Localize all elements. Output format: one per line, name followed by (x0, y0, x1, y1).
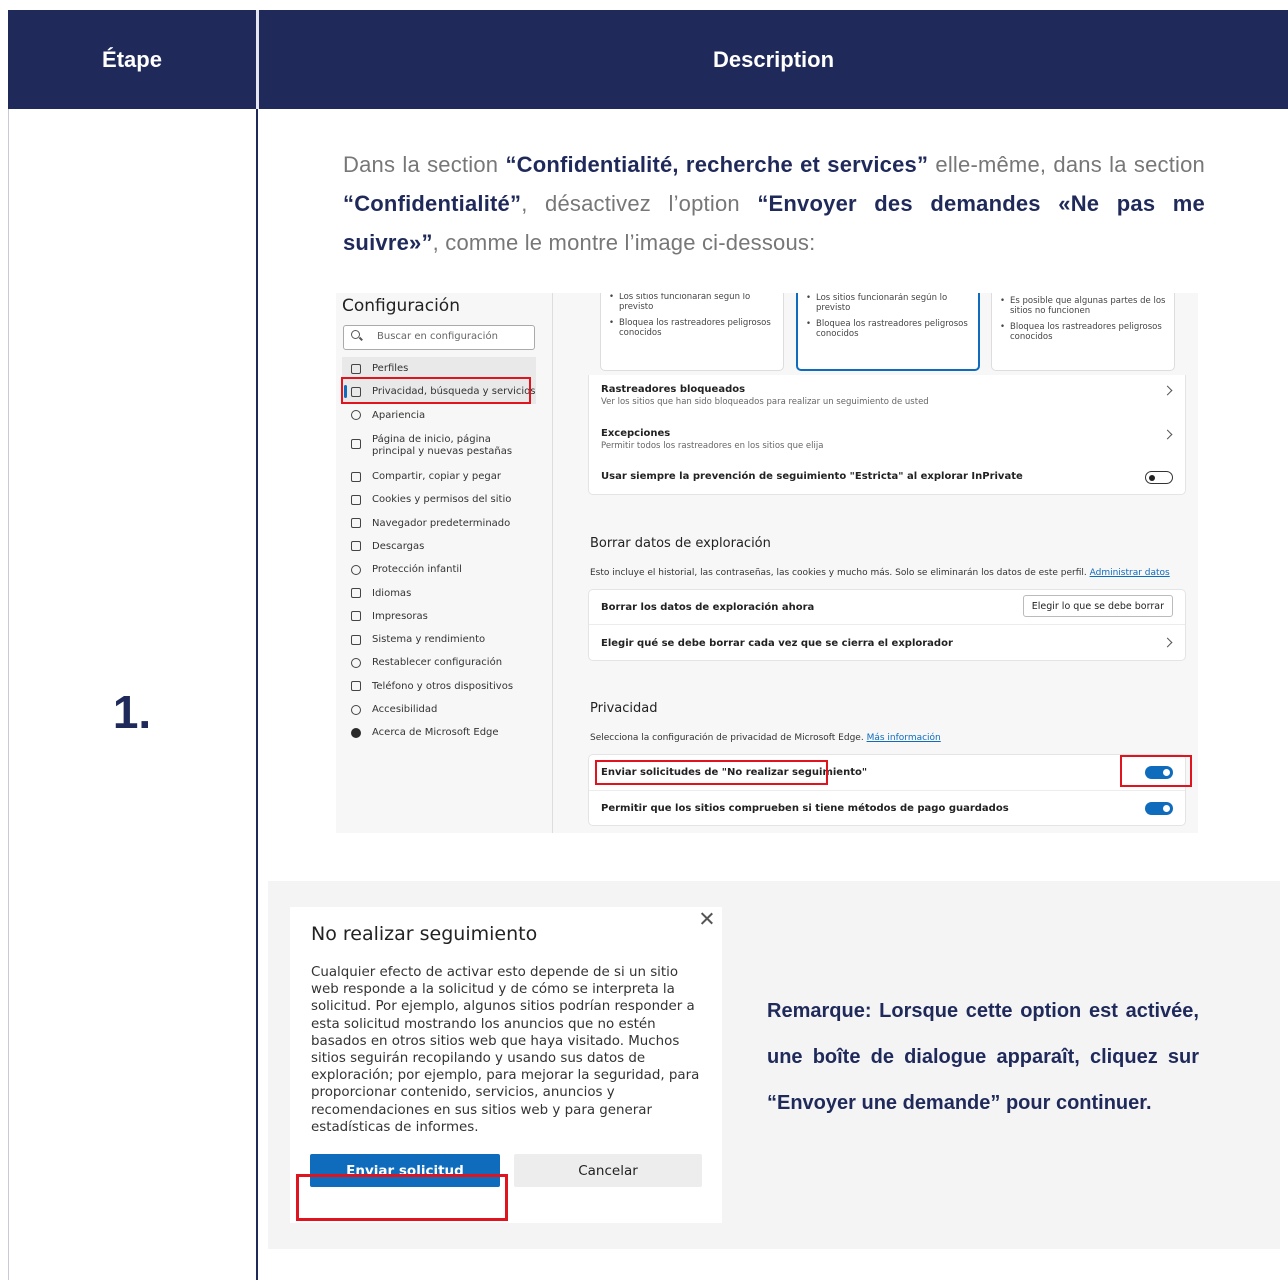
search-icon (351, 330, 360, 339)
settings-search-input[interactable]: Buscar en configuración (343, 325, 535, 350)
table-header: Étape Description (8, 10, 1288, 109)
nav-item-impresoras[interactable]: Impresoras (342, 605, 536, 628)
header-description: Description (712, 46, 835, 72)
nav-item-telefono[interactable]: Teléfono y otros dispositivos (342, 675, 536, 698)
blocked-trackers-row[interactable]: Rastreadores bloqueados Ver los sitios q… (601, 384, 1173, 407)
more-info-link[interactable]: Más información (867, 733, 941, 743)
highlight-privacy-nav (341, 377, 531, 404)
nav-item-navegador[interactable]: Navegador predeterminado (342, 511, 536, 534)
payment-methods-toggle[interactable] (1145, 802, 1173, 815)
accessibility-icon (351, 704, 361, 715)
palette-icon (351, 410, 361, 421)
nav-item-restablecer[interactable]: Restablecer configuración (342, 651, 536, 674)
intro-bold-1: “Confidentialité, recherche et services” (505, 152, 929, 177)
settings-divider (552, 293, 553, 833)
highlight-send-request (296, 1174, 508, 1221)
tracking-card-basic[interactable]: Los sitios funcionarán según lo previsto… (600, 293, 784, 371)
manage-data-link[interactable]: Administrar datos (1090, 568, 1170, 578)
privacy-desc: Selecciona la configuración de privacida… (590, 733, 941, 743)
cancel-button[interactable]: Cancelar (514, 1154, 702, 1187)
home-page-icon (351, 438, 361, 449)
close-icon[interactable] (700, 911, 714, 925)
exceptions-row[interactable]: Excepciones Permitir todos los rastreado… (601, 428, 1173, 451)
intro-paragraph: Dans la section “Confidentialité, recher… (343, 152, 1205, 255)
download-icon (351, 541, 361, 552)
reset-icon (351, 657, 361, 668)
laptop-icon (351, 634, 361, 645)
nav-item-acerca[interactable]: Acerca de Microsoft Edge (342, 721, 536, 744)
intro-bold-2: “Confidentialité” (343, 191, 522, 216)
nav-item-proteccion[interactable]: Protección infantil (342, 558, 536, 581)
remark-text: Remarque: Lorsque cette option est activ… (767, 1000, 1199, 1114)
clear-data-title: Borrar datos de exploración (590, 536, 771, 551)
strict-inprivate-toggle[interactable] (1145, 471, 1173, 484)
nav-item-accesibilidad[interactable]: Accesibilidad (342, 698, 536, 721)
tracking-card-balanced[interactable]: Los sitios funcionarán según lo previsto… (796, 293, 980, 371)
nav-item-compartir[interactable]: Compartir, copiar y pegar (342, 465, 536, 488)
strict-inprivate-row: Usar siempre la prevención de seguimient… (601, 471, 1023, 482)
nav-item-idiomas[interactable]: Idiomas (342, 581, 536, 604)
settings-nav: Perfiles Privacidad, búsqueda y servicio… (342, 357, 536, 744)
nav-item-sistema[interactable]: Sistema y rendimiento (342, 628, 536, 651)
header-step: Étape (102, 46, 162, 72)
tracking-card-strict[interactable]: Es posible que algunas partes de los sit… (991, 293, 1175, 371)
highlight-dnt-label (595, 760, 828, 785)
nav-item-apariencia[interactable]: Apariencia (342, 404, 536, 427)
cookie-icon (351, 494, 361, 505)
nav-item-cookies[interactable]: Cookies y permisos del sitio (342, 488, 536, 511)
choose-what-to-clear-button[interactable]: Elegir lo que se debe borrar (1022, 595, 1173, 617)
clear-data-desc: Esto incluye el historial, las contraseñ… (590, 568, 1170, 578)
column-divider (256, 109, 258, 1280)
privacy-title: Privacidad (590, 701, 658, 716)
phone-icon (351, 681, 361, 692)
edge-icon (351, 727, 361, 738)
payment-methods-row: Permitir que los sitios comprueben si ti… (601, 803, 1009, 814)
profile-icon (351, 363, 361, 374)
dialog-title: No realizar seguimiento (311, 923, 538, 945)
clear-on-close-row[interactable]: Elegir qué se debe borrar cada vez que s… (601, 638, 1173, 649)
nav-item-descargas[interactable]: Descargas (342, 535, 536, 558)
step-number: 1. (112, 686, 152, 738)
settings-screenshot: Configuración Buscar en configuración Pe… (336, 293, 1198, 833)
clear-data-panel: Borrar los datos de exploración ahora El… (588, 589, 1186, 661)
dialog-body: Cualquier efecto de activar esto depende… (311, 965, 700, 1135)
printer-icon (351, 611, 361, 622)
highlight-dnt-toggle (1120, 755, 1192, 787)
tracking-panel: Rastreadores bloqueados Ver los sitios q… (588, 375, 1186, 495)
browser-icon (351, 518, 361, 529)
dialog-section: No realizar seguimiento Cualquier efecto… (268, 881, 1280, 1249)
family-icon (351, 564, 361, 575)
share-icon (351, 471, 361, 482)
language-icon (351, 588, 361, 599)
settings-title: Configuración (342, 296, 460, 316)
nav-item-pagina-inicio[interactable]: Página de inicio, página principal y nue… (342, 427, 536, 465)
